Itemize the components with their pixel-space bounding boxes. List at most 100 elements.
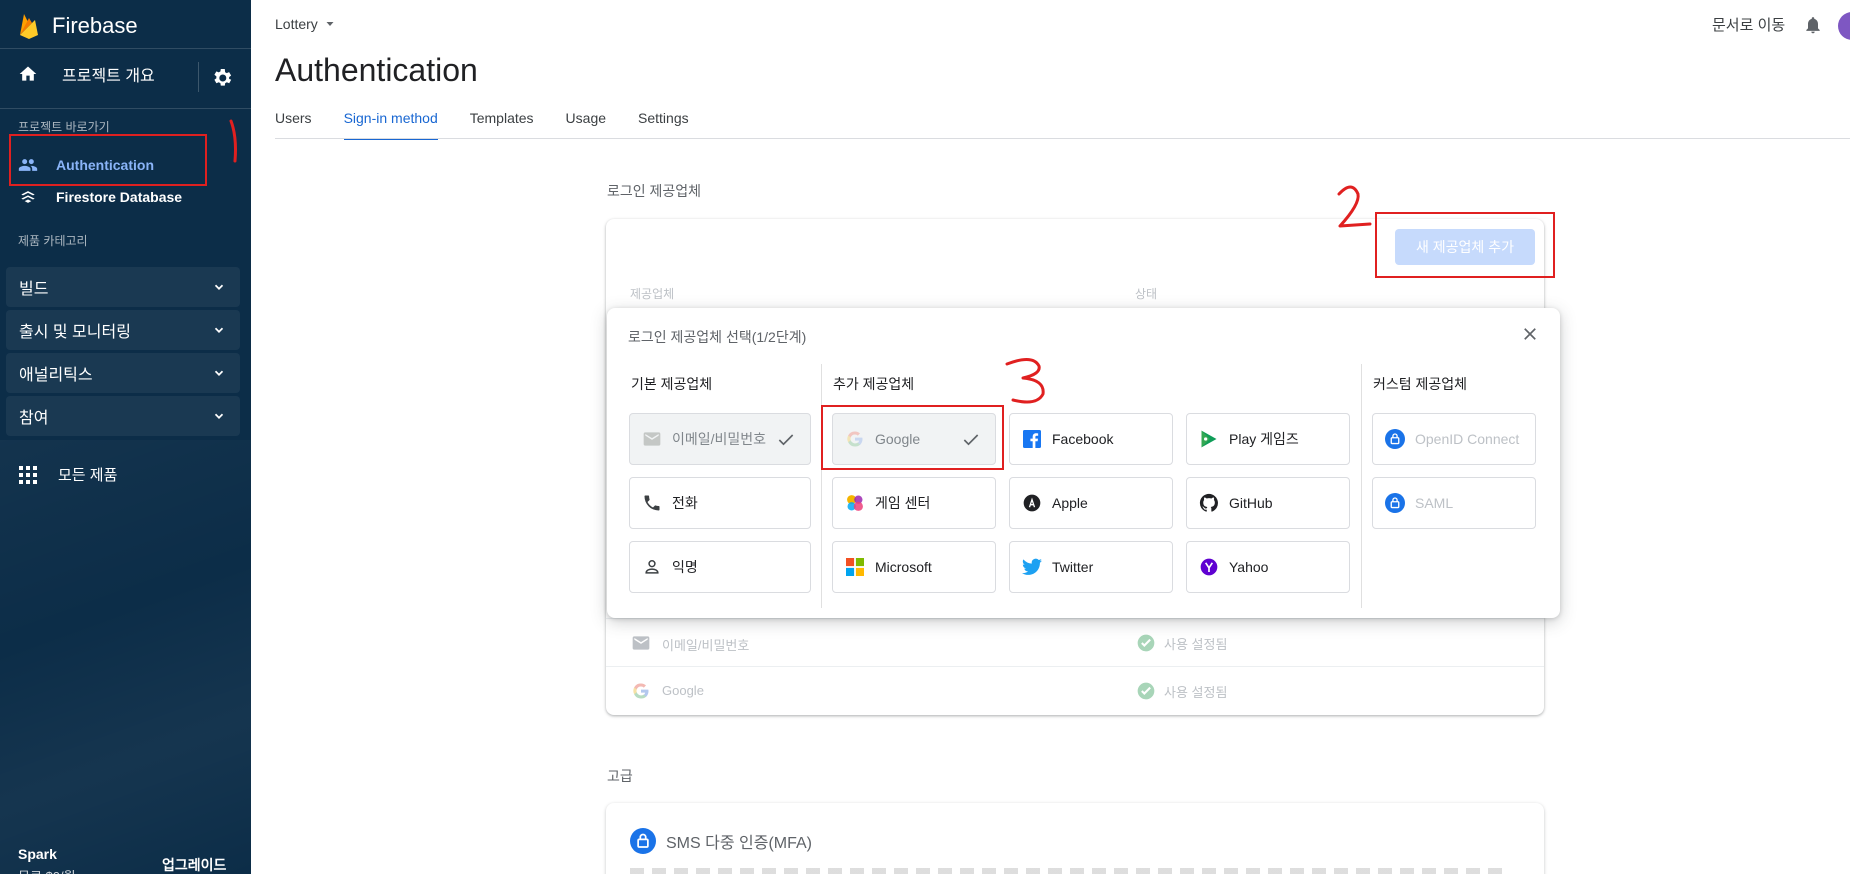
provider-status-text: 사용 설정됨 [1164,684,1228,700]
tab-settings[interactable]: Settings [638,106,689,140]
provider-github[interactable]: GitHub [1186,477,1350,529]
email-icon [643,432,661,446]
sidebar-item-firestore[interactable]: Firestore Database [18,187,182,207]
facebook-icon [1023,430,1041,448]
provider-microsoft[interactable]: Microsoft [832,541,996,593]
apple-icon [1023,494,1041,512]
sidebar-vertical-separator [198,62,199,92]
status-column-header: 상태 [1135,287,1158,301]
tab-users[interactable]: Users [275,106,312,140]
provider-saml[interactable]: SAML [1372,477,1536,529]
check-circle-icon [1137,682,1155,700]
email-icon [632,636,650,650]
mfa-description-cutoff [630,868,1510,874]
avatar[interactable] [1838,12,1850,40]
sidebar: Firebase 프로젝트 개요 프로젝트 바로가기 Authenticatio… [0,0,251,874]
provider-email-password[interactable]: 이메일/비밀번호 [629,413,811,465]
annotation-number-1 [229,119,237,163]
category-analytics[interactable]: 애널리틱스 [6,353,240,393]
providers-section-title: 로그인 제공업체 [607,183,702,199]
dropdown-arrow-icon [326,22,334,26]
provider-label: Play 게임즈 [1229,431,1299,447]
tab-sign-in-method[interactable]: Sign-in method [343,106,438,140]
provider-column-header: 제공업체 [630,287,675,301]
category-build[interactable]: 빌드 [6,267,240,307]
table-row[interactable]: 이메일/비밀번호 사용 설정됨 [606,618,1544,666]
provider-label: 게임 센터 [875,495,931,511]
provider-facebook[interactable]: Facebook [1009,413,1173,465]
chevron-down-icon [214,327,224,333]
game-center-icon [847,495,863,511]
column-divider [821,364,822,608]
provider-phone[interactable]: 전화 [629,477,811,529]
provider-play-games[interactable]: Play 게임즈 [1186,413,1350,465]
chevron-down-icon [214,413,224,419]
provider-game-center[interactable]: 게임 센터 [832,477,996,529]
project-overview-link[interactable]: 프로젝트 개요 [18,62,155,86]
brand[interactable]: Firebase [18,10,138,42]
provider-yahoo[interactable]: Yahoo [1186,541,1350,593]
provider-openid-connect[interactable]: OpenID Connect [1372,413,1536,465]
category-release-monitor[interactable]: 출시 및 모니터링 [6,310,240,350]
provider-apple[interactable]: Apple [1009,477,1173,529]
category-label: 출시 및 모니터링 [19,324,131,341]
docs-link[interactable]: 문서로 이동 [1712,14,1785,35]
provider-label: SAML [1415,495,1454,511]
annotation-box-authentication [9,134,207,186]
apps-grid-icon [19,465,37,484]
gear-icon[interactable] [210,66,234,90]
category-label: 빌드 [19,281,49,298]
sidebar-divider [0,48,251,49]
phone-icon [644,495,660,511]
mfa-title: SMS 다중 인증(MFA) [630,828,812,854]
project-overview-label: 프로젝트 개요 [62,68,155,85]
all-products-label: 모든 제품 [58,467,118,484]
plan-price: 무료 $0/월 [18,866,76,874]
page-title: Authentication [275,52,478,88]
native-providers-title: 기본 제공업체 [631,376,713,392]
yahoo-icon [1200,558,1218,576]
provider-label: 이메일/비밀번호 [672,431,767,447]
table-row[interactable]: Google 사용 설정됨 [606,666,1544,714]
lock-icon [1385,493,1405,513]
provider-label: 전화 [672,495,698,511]
home-icon [19,66,37,81]
category-engage[interactable]: 참여 [6,396,240,436]
firebase-logo-icon [20,14,38,39]
upgrade-button[interactable]: 업그레이드 [162,855,226,874]
provider-status-text: 사용 설정됨 [1164,636,1228,652]
close-icon[interactable] [1521,325,1539,343]
project-name: Lottery [275,16,318,32]
github-icon [1199,493,1218,512]
tab-bar: Users Sign-in method Templates Usage Set… [275,106,721,140]
project-selector[interactable]: Lottery [275,16,336,32]
provider-twitter[interactable]: Twitter [1009,541,1173,593]
custom-providers-title: 커스텀 제공업체 [1373,376,1468,392]
tab-usage[interactable]: Usage [566,106,606,140]
sidebar-item-label: Firestore Database [56,189,183,205]
categories-section-label: 제품 카테고리 [18,234,88,248]
provider-label: Twitter [1052,559,1094,575]
play-games-icon [1201,430,1217,448]
brand-name: Firebase [52,13,138,38]
annotation-box-add-provider [1375,212,1555,278]
twitter-icon [1022,558,1042,575]
annotation-number-2 [1337,185,1372,228]
category-label: 참여 [19,410,49,427]
plan-name: Spark [18,846,57,862]
column-divider [1361,364,1362,608]
provider-label: Facebook [1052,431,1114,447]
provider-label: GitHub [1229,495,1273,511]
mfa-label: SMS 다중 인증(MFA) [666,835,812,852]
google-icon [633,683,649,699]
person-icon [645,560,659,574]
bell-icon[interactable] [1803,14,1823,36]
firestore-icon [21,191,35,203]
tab-templates[interactable]: Templates [470,106,534,140]
annotation-box-google [821,405,1004,470]
provider-status: 사용 설정됨 [1136,681,1227,701]
provider-anonymous[interactable]: 익명 [629,541,811,593]
provider-name: 이메일/비밀번호 [662,638,750,653]
all-products-link[interactable]: 모든 제품 [18,464,117,485]
provider-label: 익명 [672,559,698,575]
